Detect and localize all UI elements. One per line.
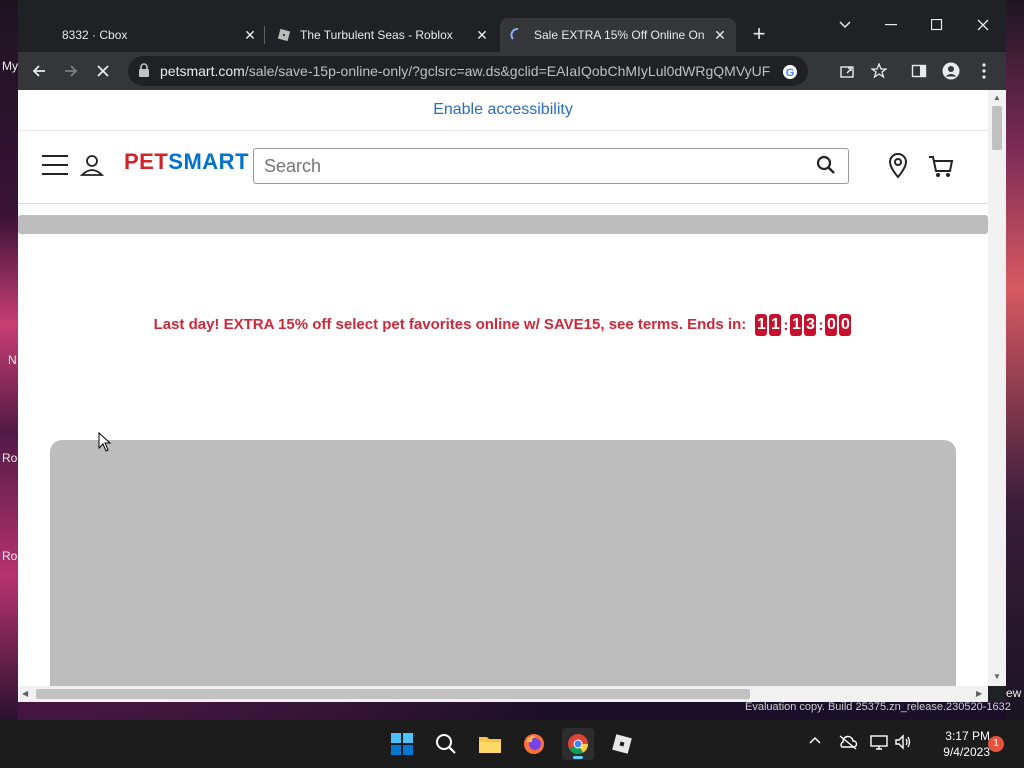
roblox-icon [276, 27, 292, 43]
scrollbar-thumb[interactable] [992, 106, 1002, 150]
timer-digit: 1 [769, 314, 782, 336]
firefox-icon[interactable] [518, 728, 550, 760]
share-icon[interactable] [836, 60, 858, 82]
mouse-cursor-icon [98, 431, 112, 457]
scroll-right-arrow-icon[interactable]: ▶ [976, 689, 982, 698]
tab-close-icon[interactable]: ✕ [474, 27, 490, 43]
profile-icon[interactable] [940, 60, 962, 82]
chevron-up-icon[interactable] [808, 734, 822, 753]
scroll-up-arrow-icon[interactable]: ▲ [993, 93, 1001, 102]
clock-date: 9/4/2023 [943, 745, 990, 759]
scrollbar-thumb[interactable] [36, 689, 750, 699]
windows-start-icon[interactable] [386, 728, 418, 760]
hamburger-menu-icon[interactable] [42, 155, 68, 175]
timer-digit: 1 [755, 314, 768, 336]
close-window-button[interactable] [960, 8, 1006, 42]
roblox-icon[interactable] [606, 728, 638, 760]
tab-title: 8332 · Cbox [62, 28, 128, 42]
loading-placeholder-banner [50, 440, 956, 686]
search-input[interactable] [254, 149, 786, 183]
loading-placeholder-bar [18, 215, 988, 234]
timer-colon: : [818, 316, 824, 334]
tab-search-button[interactable] [822, 8, 868, 42]
accessibility-bar: Enable accessibility [18, 90, 988, 131]
enable-accessibility-link[interactable]: Enable accessibility [433, 101, 573, 119]
side-panel-icon[interactable] [908, 60, 930, 82]
promo-banner[interactable]: Last day! EXTRA 15% off select pet favor… [18, 314, 988, 336]
clock-time: 3:17 PM [945, 729, 990, 743]
new-tab-button[interactable]: + [748, 23, 770, 46]
svg-text:G: G [786, 67, 795, 79]
minimize-button[interactable] [868, 8, 914, 42]
tab-cbox[interactable]: 8332 · Cbox ✕ [26, 18, 266, 52]
search-icon[interactable] [430, 728, 462, 760]
scroll-left-arrow-icon[interactable]: ◀ [22, 689, 28, 698]
stop-loading-button[interactable] [90, 58, 116, 84]
notification-badge[interactable]: 1 [988, 736, 1004, 752]
tab-title: The Turbulent Seas - Roblox [300, 28, 453, 42]
desktop-icon-label: My [2, 59, 18, 73]
menu-kebab-icon[interactable] [973, 60, 995, 82]
bookmark-star-icon[interactable] [868, 60, 890, 82]
desktop-icon-label: ew [1006, 686, 1022, 700]
onedrive-offline-icon[interactable] [838, 734, 858, 755]
maximize-button[interactable] [914, 8, 960, 42]
logo-text-smart: SMART [168, 149, 250, 174]
tab-petsmart[interactable]: Sale EXTRA 15% Off Online Only ✕ [500, 18, 736, 52]
loading-spinner-icon [510, 27, 526, 43]
tab-title: Sale EXTRA 15% Off Online Only [534, 28, 704, 42]
tab-separator [264, 26, 265, 44]
page-viewport: Enable accessibility PETSMART Search Las… [18, 90, 988, 686]
timer-colon: : [783, 316, 789, 334]
chrome-icon[interactable] [562, 728, 594, 760]
evaluation-watermark: Evaluation copy. Build 25375.zn_release.… [745, 701, 1011, 713]
address-bar[interactable]: petsmart.com/sale/save-15p-online-only/?… [128, 56, 808, 86]
back-button[interactable] [26, 58, 52, 84]
url-host: petsmart.com [160, 63, 245, 79]
desktop-background-right [1006, 0, 1024, 720]
promo-text: Last day! EXTRA 15% off select pet favor… [153, 315, 747, 333]
timer-digit: 0 [825, 314, 838, 336]
tab-close-icon[interactable]: ✕ [712, 27, 728, 43]
desktop-icon-label: N [8, 353, 17, 367]
taskbar [0, 720, 1024, 768]
active-app-indicator [573, 756, 583, 759]
browser-toolbar: petsmart.com/sale/save-15p-online-only/?… [18, 52, 1006, 90]
lock-icon[interactable] [138, 63, 150, 82]
store-locator-icon[interactable] [888, 152, 908, 184]
timer-digit: 0 [839, 314, 852, 336]
forward-button[interactable] [58, 58, 84, 84]
browser-window: 8332 · Cbox ✕ The Turbulent Seas - Roblo… [18, 0, 1006, 702]
network-icon[interactable] [870, 734, 888, 755]
timer-digit: 1 [790, 314, 803, 336]
volume-icon[interactable] [894, 734, 912, 755]
countdown-timer: 11:13:00 [754, 314, 852, 336]
search-icon[interactable] [816, 155, 836, 180]
tab-close-icon[interactable]: ✕ [242, 27, 258, 43]
url-text[interactable]: petsmart.com/sale/save-15p-online-only/?… [160, 63, 770, 79]
site-header: PETSMART [18, 131, 988, 204]
taskbar-clock[interactable]: 3:17 PM 9/4/2023 [920, 728, 990, 760]
tab-strip: 8332 · Cbox ✕ The Turbulent Seas - Roblo… [18, 0, 1006, 52]
petsmart-logo[interactable]: PETSMART [124, 149, 249, 175]
vertical-scrollbar[interactable]: ▲ ▼ [988, 90, 1006, 686]
file-explorer-icon[interactable] [474, 728, 506, 760]
google-lens-icon[interactable]: G [780, 62, 800, 82]
logo-text-pet: PET [124, 149, 169, 174]
desktop-icon-label: Ro [2, 549, 18, 563]
account-icon[interactable] [79, 153, 105, 182]
url-path: /sale/save-15p-online-only/?gclsrc=aw.ds… [244, 63, 770, 79]
search-box [253, 148, 849, 184]
scroll-down-arrow-icon[interactable]: ▼ [993, 672, 1001, 681]
tab-roblox[interactable]: The Turbulent Seas - Roblox ✕ [266, 18, 498, 52]
cart-icon[interactable] [928, 155, 954, 184]
horizontal-scrollbar[interactable]: ◀ ▶ [18, 686, 988, 702]
timer-digit: 3 [804, 314, 817, 336]
